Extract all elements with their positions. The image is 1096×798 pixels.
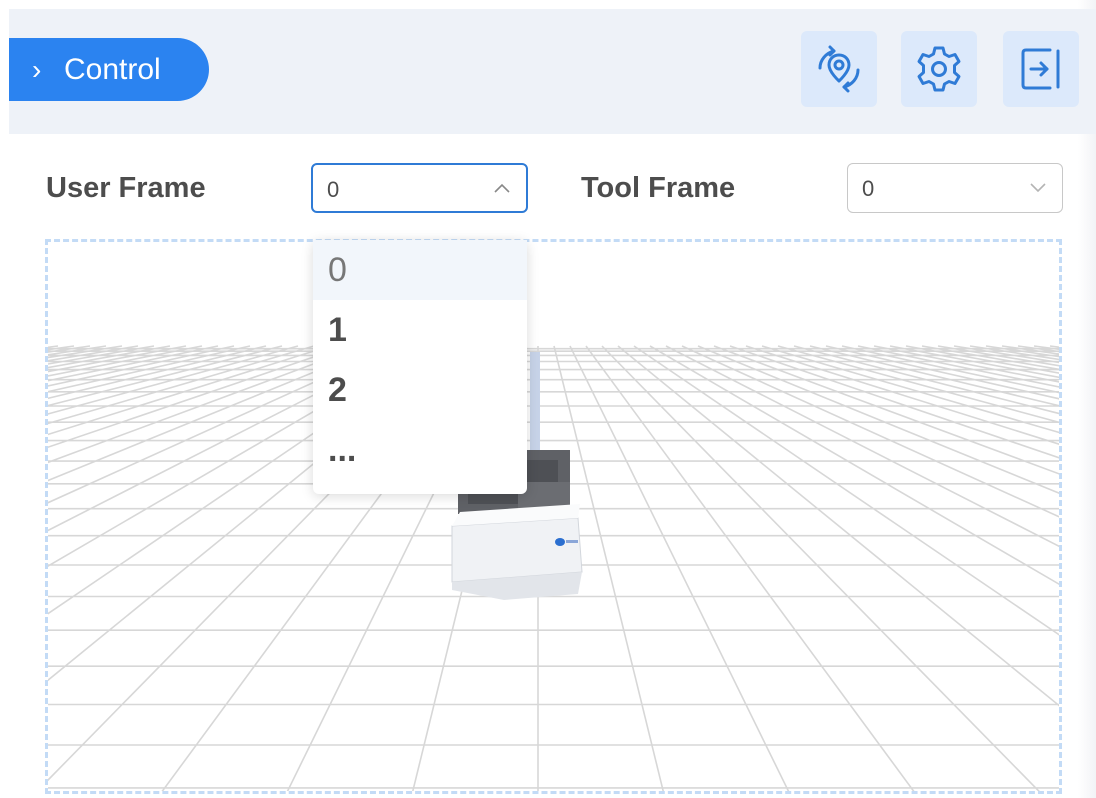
gear-icon xyxy=(917,46,961,92)
exit-button[interactable] xyxy=(1003,31,1079,107)
view-reset-button[interactable] xyxy=(801,31,877,107)
chevron-down-icon xyxy=(1028,177,1048,203)
dropdown-option[interactable]: 1 xyxy=(313,300,527,360)
view-reset-icon xyxy=(818,45,860,93)
tool-frame-select[interactable]: 0 xyxy=(847,163,1063,213)
chevron-right-icon: › xyxy=(32,53,42,85)
user-frame-value: 0 xyxy=(327,177,340,202)
exit-icon xyxy=(1021,48,1060,90)
tool-frame-value: 0 xyxy=(862,176,875,201)
user-frame-label: User Frame xyxy=(46,172,206,204)
dropdown-option[interactable]: 2 xyxy=(313,360,527,420)
tool-frame-label: Tool Frame xyxy=(581,172,736,204)
settings-button[interactable] xyxy=(901,31,977,107)
user-frame-dropdown: 0 1 2 ... xyxy=(313,240,527,494)
control-label: Control xyxy=(64,52,161,86)
dropdown-option[interactable]: 0 xyxy=(313,240,527,300)
dropdown-option[interactable]: ... xyxy=(313,420,527,480)
user-frame-select[interactable]: 0 xyxy=(311,163,528,213)
robot-3d-viewport[interactable] xyxy=(45,239,1062,794)
chevron-up-icon xyxy=(492,178,512,204)
header-bar: › Control xyxy=(9,9,1096,134)
control-menu-button[interactable]: › Control xyxy=(9,38,209,101)
